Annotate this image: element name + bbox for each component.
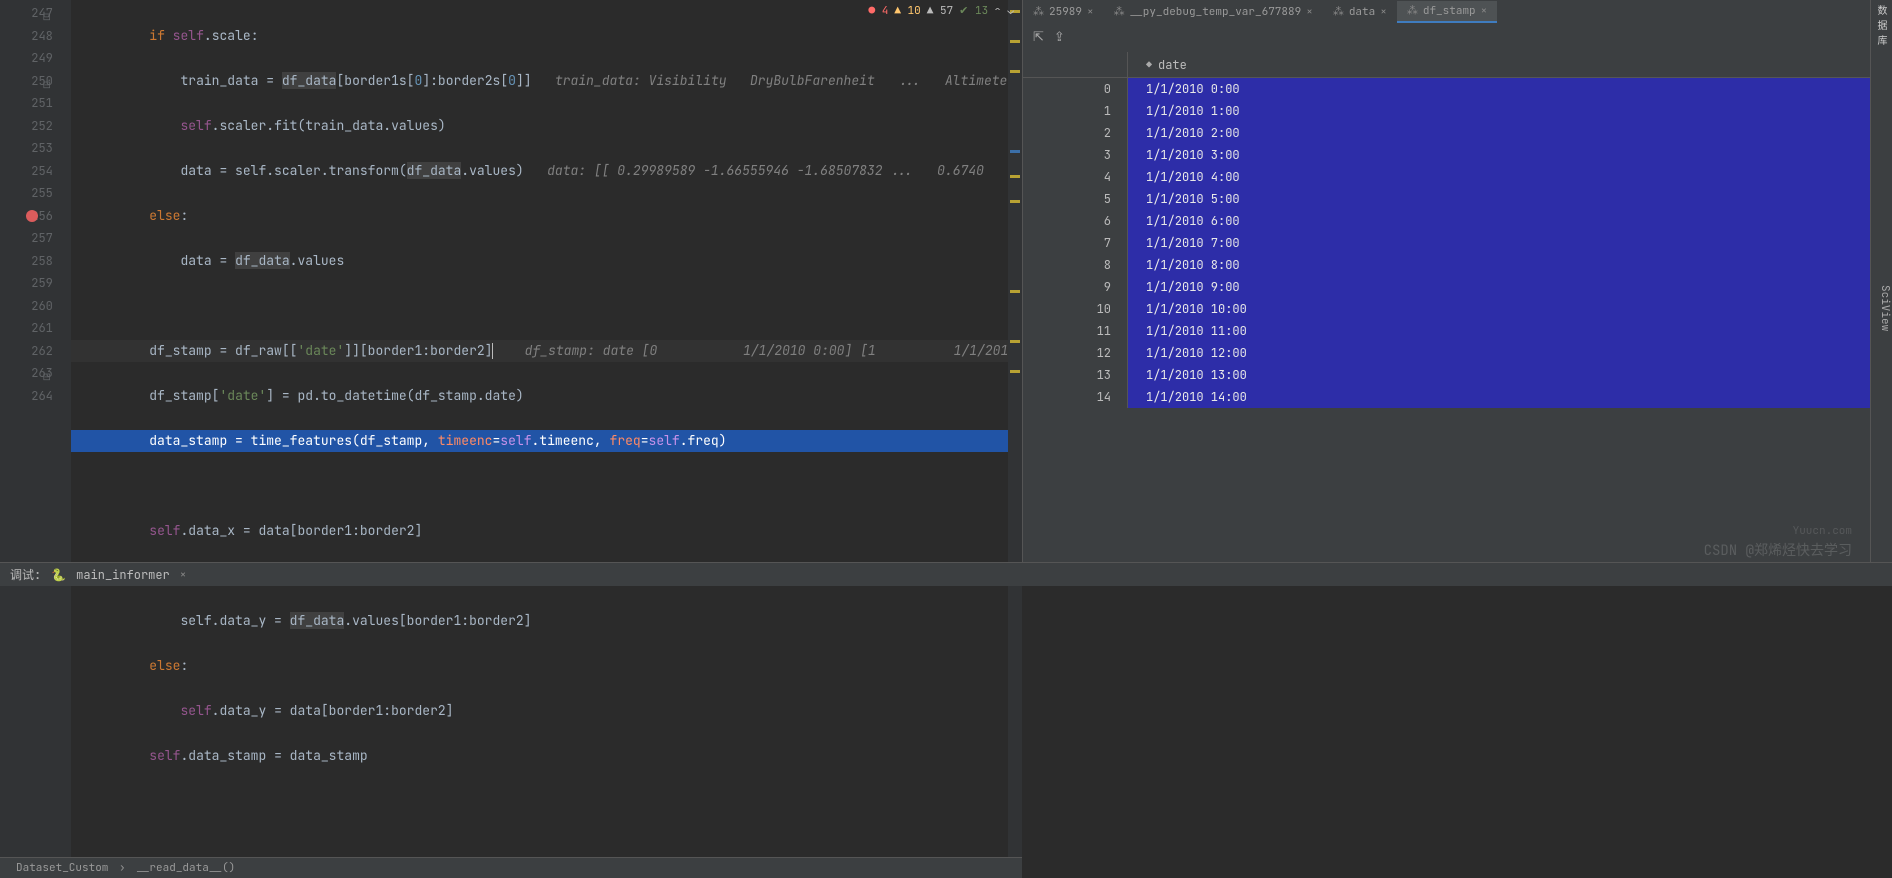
- database-tool-label[interactable]: 数据库: [1873, 2, 1892, 47]
- debug-icon: ⁂: [1333, 5, 1344, 19]
- cell-value: 1/1/2010 2:00: [1128, 122, 1870, 144]
- sciview-tool-window[interactable]: 数据库 SciView: [1870, 0, 1892, 586]
- cell-value: 1/1/2010 14:00: [1128, 386, 1870, 408]
- python-icon: 🐍: [51, 567, 66, 583]
- row-index: 3: [1023, 144, 1128, 166]
- debug-icon: ⁂: [1114, 5, 1125, 19]
- cell-value: 1/1/2010 1:00: [1128, 100, 1870, 122]
- table-row[interactable]: 131/1/2010 13:00: [1023, 364, 1870, 386]
- export-icon[interactable]: ⇪: [1054, 28, 1065, 48]
- table-row[interactable]: 41/1/2010 4:00: [1023, 166, 1870, 188]
- row-index: 2: [1023, 122, 1128, 144]
- debug-icon: ⁂: [1407, 4, 1418, 18]
- inspection-indicators[interactable]: ● 4 ▲ 10 ▲ 57 ✔ 13 ⌃ ⌄: [869, 4, 1014, 18]
- row-index: 9: [1023, 276, 1128, 298]
- table-row[interactable]: 21/1/2010 2:00: [1023, 122, 1870, 144]
- index-header[interactable]: [1023, 52, 1128, 77]
- table-row[interactable]: 11/1/2010 1:00: [1023, 100, 1870, 122]
- table-row[interactable]: 71/1/2010 7:00: [1023, 232, 1870, 254]
- row-index: 6: [1023, 210, 1128, 232]
- data-tab[interactable]: ⁂25989×: [1023, 2, 1104, 22]
- row-index: 1: [1023, 100, 1128, 122]
- row-index: 13: [1023, 364, 1128, 386]
- row-index: 12: [1023, 342, 1128, 364]
- table-row[interactable]: 101/1/2010 10:00: [1023, 298, 1870, 320]
- code-editor[interactable]: if self.scale: train_data = df_data[bord…: [71, 0, 1008, 857]
- cell-value: 1/1/2010 6:00: [1128, 210, 1870, 232]
- column-header[interactable]: ◆date: [1128, 52, 1870, 77]
- data-tab[interactable]: ⁂__py_debug_temp_var_677889×: [1104, 2, 1323, 22]
- data-toolbar: ⇱ ⇪: [1023, 24, 1870, 52]
- row-index: 8: [1023, 254, 1128, 276]
- breakpoint-icon[interactable]: [26, 210, 38, 222]
- debug-label: 调试:: [10, 566, 41, 583]
- close-icon[interactable]: ×: [1087, 5, 1094, 19]
- row-index: 10: [1023, 298, 1128, 320]
- table-row[interactable]: 141/1/2010 14:00: [1023, 386, 1870, 408]
- cell-value: 1/1/2010 12:00: [1128, 342, 1870, 364]
- cell-value: 1/1/2010 11:00: [1128, 320, 1870, 342]
- sort-icon[interactable]: ◆: [1146, 54, 1152, 76]
- popout-icon[interactable]: ⇱: [1033, 28, 1044, 48]
- data-tab[interactable]: ⁂data×: [1323, 2, 1397, 22]
- table-row[interactable]: 31/1/2010 3:00: [1023, 144, 1870, 166]
- row-index: 14: [1023, 386, 1128, 408]
- debug-icon: ⁂: [1033, 5, 1044, 19]
- cell-value: 1/1/2010 5:00: [1128, 188, 1870, 210]
- table-row[interactable]: 121/1/2010 12:00: [1023, 342, 1870, 364]
- row-index: 5: [1023, 188, 1128, 210]
- row-index: 7: [1023, 232, 1128, 254]
- cell-value: 1/1/2010 9:00: [1128, 276, 1870, 298]
- close-icon[interactable]: ×: [1306, 5, 1313, 19]
- cell-value: 1/1/2010 0:00: [1128, 78, 1870, 100]
- close-icon[interactable]: ×: [1380, 5, 1387, 19]
- line-gutter: 247⊟ 248 249 250⊟ 251 252 253 254 255 25…: [0, 0, 71, 857]
- run-config-name[interactable]: main_informer: [76, 567, 170, 583]
- row-index: 11: [1023, 320, 1128, 342]
- cell-value: 1/1/2010 13:00: [1128, 364, 1870, 386]
- row-index: 0: [1023, 78, 1128, 100]
- breadcrumb[interactable]: Dataset_Custom › __read_data__(): [0, 857, 1022, 878]
- cell-value: 1/1/2010 10:00: [1128, 298, 1870, 320]
- row-index: 4: [1023, 166, 1128, 188]
- table-row[interactable]: 01/1/2010 0:00: [1023, 78, 1870, 100]
- close-icon[interactable]: ×: [180, 568, 187, 582]
- table-row[interactable]: 111/1/2010 11:00: [1023, 320, 1870, 342]
- cell-value: 1/1/2010 7:00: [1128, 232, 1870, 254]
- data-view-tabs: ⁂25989× ⁂__py_debug_temp_var_677889× ⁂da…: [1023, 0, 1870, 24]
- table-row[interactable]: 91/1/2010 9:00: [1023, 276, 1870, 298]
- table-row[interactable]: 81/1/2010 8:00: [1023, 254, 1870, 276]
- data-tab-active[interactable]: ⁂df_stamp×: [1397, 1, 1497, 23]
- table-row[interactable]: 61/1/2010 6:00: [1023, 210, 1870, 232]
- marker-strip[interactable]: [1008, 0, 1022, 857]
- table-row[interactable]: 51/1/2010 5:00: [1023, 188, 1870, 210]
- dataframe-table[interactable]: ◆date 01/1/2010 0:0011/1/2010 1:0021/1/2…: [1023, 52, 1870, 562]
- cell-value: 1/1/2010 3:00: [1128, 144, 1870, 166]
- debug-status-bar: 调试: 🐍 main_informer ×: [0, 562, 1892, 586]
- close-icon[interactable]: ×: [1481, 4, 1488, 18]
- cell-value: 1/1/2010 4:00: [1128, 166, 1870, 188]
- cell-value: 1/1/2010 8:00: [1128, 254, 1870, 276]
